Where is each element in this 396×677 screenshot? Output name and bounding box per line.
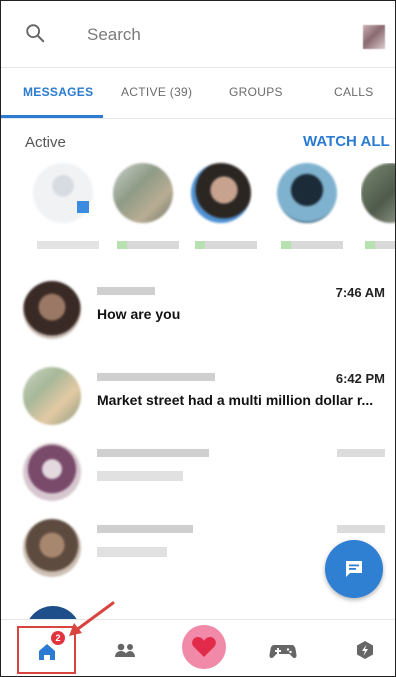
contact-name (97, 525, 193, 533)
messenger-screen: Search MESSAGES ACTIVE (39) GROUPS CALLS… (0, 0, 396, 677)
active-section-label: Active (25, 134, 66, 151)
contact-name (97, 287, 155, 295)
message-preview (97, 547, 167, 557)
contact-name (37, 241, 99, 249)
avatar (23, 519, 81, 577)
avatar (33, 163, 93, 223)
tab-messages[interactable]: MESSAGES (23, 85, 93, 99)
message-preview: Market street had a multi million dollar… (97, 392, 374, 408)
message-time: 6:42 PM (335, 371, 385, 386)
annotation-arrow-icon (69, 601, 115, 636)
contact-name (195, 241, 257, 249)
conversation-item[interactable]: 6:42 PM Market street had a multi millio… (1, 359, 395, 443)
avatar (277, 163, 337, 223)
heart-icon (182, 625, 226, 669)
discover-icon (357, 641, 373, 659)
compose-message-icon (346, 561, 362, 577)
conversation-item[interactable]: 7:46 AM How are you (1, 273, 395, 357)
nav-games[interactable] (263, 630, 303, 670)
contact-name (117, 241, 179, 249)
active-contact[interactable] (277, 163, 347, 259)
profile-avatar[interactable] (363, 25, 385, 49)
gamepad-icon (269, 645, 297, 659)
contact-name (97, 373, 215, 381)
compose-button[interactable] (325, 540, 383, 598)
conversation-item[interactable] (1, 435, 395, 519)
avatar (113, 163, 173, 223)
search-bar[interactable]: Search (1, 1, 395, 68)
avatar (23, 443, 81, 501)
online-indicator (77, 201, 89, 213)
contact-name (281, 241, 343, 249)
tab-calls[interactable]: CALLS (334, 85, 374, 99)
avatar (361, 163, 395, 223)
active-contact[interactable] (191, 163, 261, 259)
search-input[interactable]: Search (87, 25, 141, 45)
contact-name (97, 449, 209, 457)
nav-favorites[interactable] (181, 624, 227, 670)
active-contact[interactable] (361, 163, 395, 259)
tab-bar: MESSAGES ACTIVE (39) GROUPS CALLS (1, 68, 395, 119)
active-contact[interactable] (33, 163, 103, 259)
search-icon[interactable] (24, 22, 46, 44)
message-preview: How are you (97, 306, 181, 322)
tab-active[interactable]: ACTIVE (39) (121, 85, 192, 99)
avatar (191, 163, 251, 223)
avatar (23, 281, 81, 339)
message-time (337, 449, 385, 457)
message-preview (97, 471, 183, 481)
tab-groups[interactable]: GROUPS (229, 85, 283, 99)
active-contact[interactable] (113, 163, 183, 259)
nav-discover[interactable] (345, 630, 385, 670)
message-time (337, 525, 385, 533)
contact-name (365, 241, 395, 249)
tab-underline (1, 115, 103, 118)
watch-all-link[interactable]: WATCH ALL (303, 133, 390, 150)
avatar (23, 367, 81, 425)
message-time: 7:46 AM (335, 285, 385, 300)
